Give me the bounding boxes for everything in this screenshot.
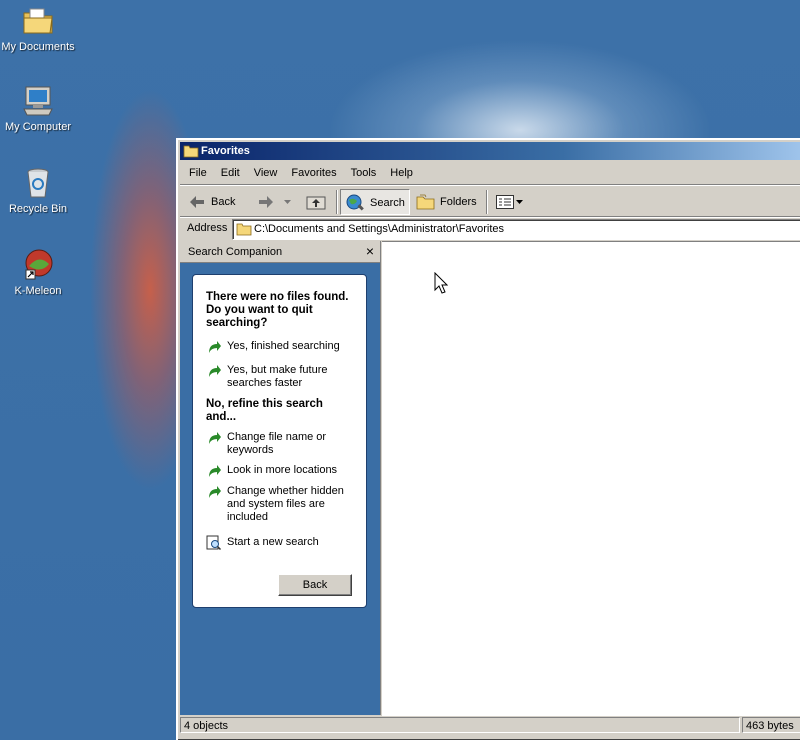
option-label: Yes, finished searching xyxy=(227,340,340,352)
views-grid-icon xyxy=(496,195,514,209)
kmeleon-browser-icon xyxy=(25,249,53,280)
menu-file[interactable]: File xyxy=(182,163,214,183)
folders-toolbar-button[interactable]: Folders xyxy=(416,189,482,215)
folders-label: Folders xyxy=(440,196,477,208)
forward-toolbar-button[interactable] xyxy=(258,189,294,215)
desktop-icon-label: My Documents xyxy=(1,41,75,53)
green-arrow-icon xyxy=(209,341,221,353)
recycle-bin-icon xyxy=(27,168,49,198)
menu-separator xyxy=(180,184,800,186)
folder-icon xyxy=(236,223,252,236)
address-input[interactable]: C:\Documents and Settings\Administrator\… xyxy=(232,219,800,240)
search-globe-icon xyxy=(346,194,364,211)
explorer-window: Favorites File Edit View Favorites Tools Help… xyxy=(176,138,800,740)
computer-icon xyxy=(23,86,53,116)
back-button[interactable]: Back xyxy=(278,574,352,596)
desktop-icon-label: K-Meleon xyxy=(14,285,62,297)
folders-icon xyxy=(416,194,435,210)
search-companion-title: Search Companion xyxy=(188,246,283,258)
address-path: C:\Documents and Settings\Administrator\… xyxy=(254,223,505,235)
views-toolbar-button[interactable] xyxy=(494,189,528,215)
desktop-icon-label: My Computer xyxy=(4,121,72,133)
toolbar-separator xyxy=(336,190,338,214)
menu-favorites[interactable]: Favorites xyxy=(284,163,343,183)
desktop-icon-k-meleon[interactable]: K-Meleon xyxy=(0,248,78,297)
refine-heading: No, refine this search and... xyxy=(206,398,323,423)
menu-help[interactable]: Help xyxy=(383,163,420,183)
folder-documents-icon xyxy=(23,8,53,34)
desktop-icon-recycle-bin[interactable]: Recycle Bin xyxy=(0,166,78,215)
menu-tools[interactable]: Tools xyxy=(344,163,384,183)
back-toolbar-button[interactable]: Back xyxy=(188,189,240,215)
address-label: Address xyxy=(187,222,228,234)
menu-bar: File Edit View Favorites Tools Help xyxy=(182,163,420,183)
option-label: Yes, but make future searches faster xyxy=(227,364,328,389)
menu-view[interactable]: View xyxy=(247,163,285,183)
search-label: Search xyxy=(370,197,405,209)
desktop-icon-my-documents[interactable]: My Documents xyxy=(0,4,78,53)
option-label: Change file name or keywords xyxy=(227,431,327,456)
mouse-cursor-icon xyxy=(434,272,448,294)
no-files-question: There were no files found. Do you want t… xyxy=(206,291,349,329)
chevron-down-icon xyxy=(516,200,523,204)
status-objects-text: 4 objects xyxy=(184,720,229,732)
toolbar: Back Search Folders xyxy=(180,187,800,217)
green-arrow-icon xyxy=(209,465,221,477)
status-size-text: 463 bytes xyxy=(746,720,794,732)
forward-arrow-icon xyxy=(259,196,273,208)
search-companion-header: Search Companion × xyxy=(180,241,380,263)
file-list-area[interactable] xyxy=(382,241,800,716)
green-arrow-icon xyxy=(209,365,221,377)
option-label: Start a new search xyxy=(227,536,319,548)
window-title: Favorites xyxy=(201,145,250,157)
search-toolbar-button[interactable]: Search xyxy=(340,189,410,215)
up-folder-icon xyxy=(306,196,326,210)
option-label: Look in more locations xyxy=(227,464,338,476)
chevron-down-icon xyxy=(284,200,291,204)
back-arrow-icon xyxy=(190,196,204,208)
up-folder-button[interactable] xyxy=(304,189,328,215)
address-bar: Address C:\Documents and Settings\Admini… xyxy=(180,218,800,240)
option-label: Change whether hidden and system files a… xyxy=(227,485,344,523)
close-icon[interactable]: × xyxy=(366,243,374,259)
desktop-icon-label: Recycle Bin xyxy=(8,203,68,215)
back-label: Back xyxy=(211,196,236,208)
desktop-icon-my-computer[interactable]: My Computer xyxy=(0,84,78,133)
status-bar: 4 objects 463 bytes xyxy=(180,716,800,736)
folder-icon xyxy=(183,145,199,158)
menu-edit[interactable]: Edit xyxy=(214,163,247,183)
green-arrow-icon xyxy=(209,432,221,444)
search-results-card: There were no files found. Do you want t… xyxy=(192,274,367,608)
search-companion-pane: Search Companion × There were no files f… xyxy=(180,241,381,715)
search-document-icon xyxy=(206,535,222,551)
toolbar-separator xyxy=(486,190,488,214)
green-arrow-icon xyxy=(209,486,221,498)
window-titlebar[interactable]: Favorites xyxy=(180,142,800,160)
